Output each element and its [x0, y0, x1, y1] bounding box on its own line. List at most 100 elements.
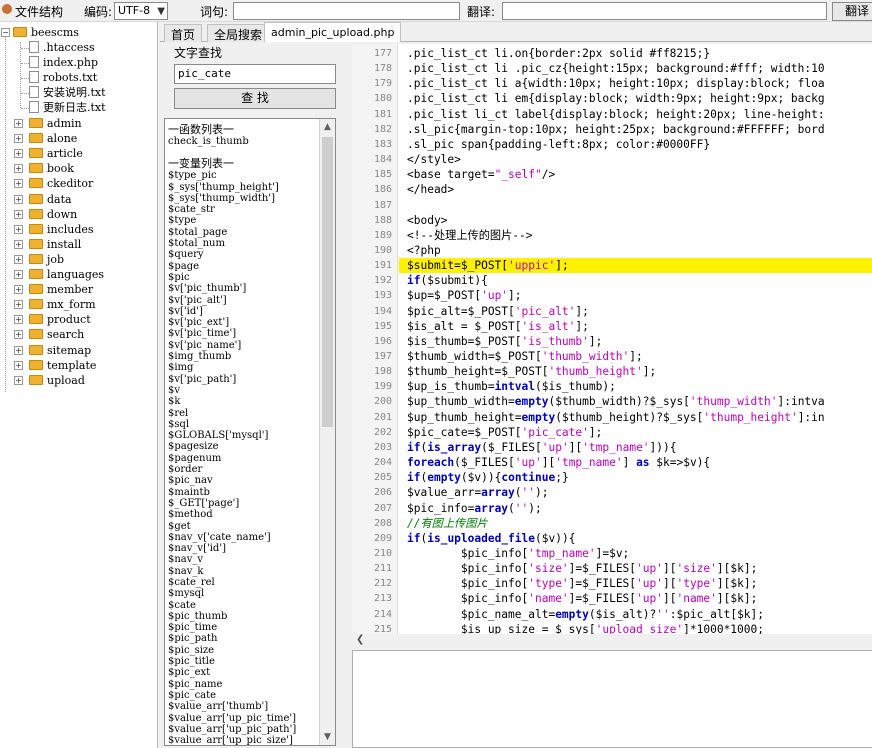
code-line[interactable]: .pic_list_ct li em{display:block; width:… [407, 91, 825, 106]
tree-folder[interactable]: sitemap [29, 343, 91, 358]
variable-item[interactable]: $v['pic_thumb'] [168, 283, 318, 294]
expand-icon[interactable]: + [14, 315, 23, 325]
variable-item[interactable]: $_sys['thump_width'] [168, 193, 318, 204]
collapse-icon[interactable]: − [1, 28, 10, 37]
tree-folder[interactable]: data [29, 192, 72, 207]
code-line[interactable]: foreach($_FILES['up']['tmp_name'] as $k=… [407, 455, 710, 470]
code-line[interactable]: $up_is_thumb=intval($is_thumb); [407, 379, 616, 394]
scroll-thumb[interactable] [322, 137, 333, 427]
tree-file[interactable]: 更新日志.txt [29, 100, 106, 115]
variable-item[interactable]: $nav_v['cate_name'] [168, 532, 318, 543]
variable-item[interactable]: $total_num [168, 238, 318, 249]
editor-horizontal-scrollbar[interactable]: ❮ [352, 634, 872, 648]
expand-icon[interactable]: + [14, 345, 23, 355]
tree-folder[interactable]: job [29, 252, 64, 267]
tab-home[interactable]: 首页 [164, 24, 203, 42]
tree-folder[interactable]: template [29, 358, 96, 373]
code-line[interactable]: $pic_name_alt=empty($is_alt)?'':$pic_alt… [407, 607, 764, 622]
variable-item[interactable]: $pic_ext [168, 667, 318, 678]
variable-item[interactable]: $img [168, 362, 318, 373]
symbol-list-scrollbar[interactable]: ▲ ▼ [319, 119, 335, 745]
code-line[interactable]: .sl_pic{margin-top:10px; height:25px; ba… [407, 122, 825, 137]
tree-folder[interactable]: includes [29, 222, 94, 237]
code-line[interactable]: $is_thumb=$_POST['is_thumb']; [407, 334, 602, 349]
expand-icon[interactable]: + [14, 179, 23, 189]
code-line[interactable]: </head> [407, 182, 454, 197]
code-line[interactable]: <!--处理上传的图片--> [407, 228, 532, 243]
variable-item[interactable]: $v['pic_ext'] [168, 317, 318, 328]
variable-item[interactable]: $pagenum [168, 453, 318, 464]
code-line[interactable]: <base target="_self"/> [407, 167, 555, 182]
encoding-select[interactable]: UTF-8 ▼ [114, 2, 168, 20]
variable-item[interactable]: $pic_thumb [168, 611, 318, 622]
code-line[interactable]: $pic_info['size']=$_FILES['up']['size'][… [407, 561, 757, 576]
code-line[interactable]: $pic_info['name']=$_FILES['up']['name'][… [407, 591, 757, 606]
variable-item[interactable]: $order [168, 464, 318, 475]
expand-icon[interactable]: + [14, 285, 23, 295]
variable-item[interactable]: $value_arr['up_pic_path'] [168, 724, 318, 735]
variable-item[interactable]: $pic_name [168, 679, 318, 690]
tab-global-search[interactable]: 全局搜索 [207, 24, 270, 42]
expand-icon[interactable]: + [14, 254, 23, 264]
code-line[interactable]: $pic_info=array(''); [407, 501, 542, 516]
variable-item[interactable]: $pic [168, 272, 318, 283]
word-query-input[interactable] [233, 2, 460, 20]
code-line[interactable]: .pic_list li_ct label{display:block; hei… [407, 107, 825, 122]
code-line[interactable]: $up_thumb_width=empty($thumb_width)?$_sy… [407, 394, 825, 409]
variable-item[interactable]: $type_pic [168, 170, 318, 181]
code-line[interactable]: $up=$_POST['up']; [407, 288, 522, 303]
code-line[interactable]: if(is_array($_FILES['up']['tmp_name'])){ [407, 440, 677, 455]
variable-item[interactable]: $k [168, 396, 318, 407]
tab-admin-pic-upload[interactable]: admin_pic_upload.php [264, 22, 402, 42]
variable-item[interactable]: $value_arr['up_pic_time'] [168, 713, 318, 724]
variable-item[interactable]: $total_page [168, 227, 318, 238]
symbol-list[interactable]: 一函数列表一 check_is_thumb 一变量列表一 $type_pic $_… [164, 118, 336, 746]
code-line[interactable]: if($submit){ [407, 273, 488, 288]
variable-item[interactable]: $get [168, 521, 318, 532]
variable-item[interactable]: $_GET['page'] [168, 498, 318, 509]
variable-item[interactable]: $value_arr['up_pic_size'] [168, 735, 318, 745]
variable-item[interactable]: $pagesize [168, 441, 318, 452]
code-line[interactable]: .pic_list_ct li.on{border:2px solid #ff8… [407, 46, 710, 61]
variable-item[interactable]: $cate [168, 600, 318, 611]
code-line[interactable]: $is_alt = $_POST['is_alt']; [407, 319, 589, 334]
code-line[interactable]: .pic_list_ct li a{width:10px; height:10p… [407, 76, 825, 91]
tree-folder[interactable]: install [29, 237, 81, 252]
code-line[interactable]: if(is_uploaded_file($v)){ [407, 531, 575, 546]
scroll-up-icon[interactable]: ▲ [320, 119, 335, 135]
tree-file[interactable]: .htaccess [29, 40, 95, 55]
code-line[interactable]: $up_thumb_height=empty($thumb_height)?$_… [407, 410, 825, 425]
variable-item[interactable]: $rel [168, 408, 318, 419]
variable-item[interactable]: $v['pic_name'] [168, 340, 318, 351]
tree-file[interactable]: index.php [29, 55, 98, 70]
code-line[interactable]: $thumb_height=$_POST['thumb_height']; [407, 364, 656, 379]
variable-item[interactable]: $_sys['thump_height'] [168, 182, 318, 193]
code-line[interactable]: <body> [407, 213, 447, 228]
tree-folder[interactable]: ckeditor [29, 176, 93, 191]
tree-folder[interactable]: book [29, 161, 74, 176]
variable-item[interactable]: $maintb [168, 487, 318, 498]
expand-icon[interactable]: + [14, 224, 23, 234]
tree-folder[interactable]: alone [29, 131, 77, 146]
variable-item[interactable]: $nav_v['id'] [168, 543, 318, 554]
variable-item[interactable]: $nav_k [168, 566, 318, 577]
variable-item[interactable]: $v['pic_alt'] [168, 295, 318, 306]
code-line[interactable]: $thumb_width=$_POST['thumb_width']; [407, 349, 643, 364]
expand-icon[interactable]: + [14, 194, 23, 204]
file-structure-icon[interactable] [2, 4, 12, 14]
tree-file[interactable]: robots.txt [29, 70, 97, 85]
expand-icon[interactable]: + [14, 330, 23, 340]
code-line[interactable]: <?php [407, 243, 441, 258]
expand-icon[interactable]: + [14, 149, 23, 159]
code-line[interactable]: $submit=$_POST['uppic']; [407, 258, 569, 273]
variable-item[interactable]: $value_arr['thumb'] [168, 701, 318, 712]
code-line[interactable]: if(empty($v)){continue;} [407, 470, 569, 485]
expand-icon[interactable]: + [14, 134, 23, 144]
expand-icon[interactable]: + [14, 119, 23, 128]
code-editor[interactable]: 177 178 179 180 181 182 183 184 185 186 187 188 189 1… [352, 44, 872, 634]
code-line[interactable]: $pic_info['tmp_name']=$v; [407, 546, 629, 561]
variable-item[interactable]: $page [168, 261, 318, 272]
variable-item[interactable]: $pic_cate [168, 690, 318, 701]
variable-item[interactable]: $v [168, 385, 318, 396]
variable-item[interactable]: $method [168, 509, 318, 520]
